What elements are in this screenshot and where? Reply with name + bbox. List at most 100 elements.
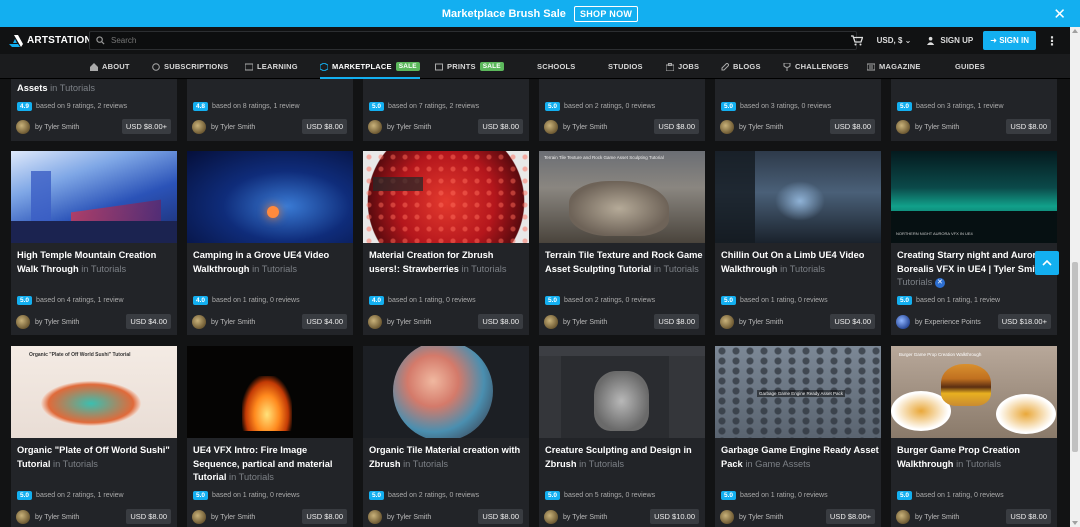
close-icon[interactable]: ✕	[1053, 5, 1066, 23]
product-card[interactable]: 5.0 based on 3 ratings, 0 reviews by Tyle…	[715, 79, 881, 141]
nav-blogs[interactable]: BLOGS	[721, 54, 761, 79]
product-title[interactable]: Organic Tile Material creation with Zbru…	[369, 444, 527, 471]
nav-studios[interactable]: STUDIOS	[608, 54, 643, 79]
product-card[interactable]: Creature Sculpting and Design in Zbrush …	[539, 346, 705, 527]
product-title[interactable]: Chillin Out On a Limb UE4 Video Walkthro…	[721, 249, 879, 276]
page-scrollbar[interactable]	[1070, 27, 1080, 527]
product-card[interactable]: 5.0 based on 2 ratings, 0 reviews by Tyle…	[539, 79, 705, 141]
nav-magazine[interactable]: MAGAZINE	[867, 54, 921, 79]
price-tag[interactable]: USD $8.00	[478, 509, 523, 524]
product-thumbnail[interactable]: Organic "Plate of Off World Sushi" Tutor…	[11, 346, 177, 438]
product-thumbnail[interactable]: Burger Game Prop Creation Walkthrough	[891, 346, 1057, 438]
author[interactable]: by Tyler Smith	[896, 510, 959, 524]
product-title[interactable]: Terrain Tile Texture and Rock Game Asset…	[545, 249, 703, 276]
nav-guides[interactable]: GUIDES	[955, 54, 985, 79]
more-menu-icon[interactable]: ⋮	[1046, 34, 1058, 48]
product-card[interactable]: Material Creation for Zbrush users!: Str…	[363, 151, 529, 335]
sign-up-link[interactable]: SIGN UP	[927, 36, 973, 45]
product-thumbnail[interactable]	[187, 151, 353, 243]
product-card[interactable]: 4.8 based on 8 ratings, 1 review by Tyler…	[187, 79, 353, 141]
product-thumbnail[interactable]	[363, 346, 529, 438]
author[interactable]: by Tyler Smith	[368, 120, 431, 134]
product-title[interactable]: UE4 VFX Intro: Fire Image Sequence, part…	[193, 444, 351, 485]
nav-marketplace[interactable]: MARKETPLACE SALE	[320, 54, 420, 79]
search-input[interactable]: Search	[89, 31, 857, 50]
product-title[interactable]: Creature Sculpting and Design in Zbrush …	[545, 444, 703, 471]
product-title[interactable]: Garbage Game Engine Ready Asset Pack in …	[721, 444, 879, 471]
author[interactable]: by Experience Points	[896, 315, 981, 329]
product-card[interactable]: 5.0 based on 7 ratings, 2 reviews by Tyle…	[363, 79, 529, 141]
scroll-to-top-button[interactable]	[1035, 251, 1059, 275]
author[interactable]: by Tyler Smith	[368, 315, 431, 329]
nav-subscriptions[interactable]: SUBSCRIPTIONS	[152, 54, 228, 79]
price-tag[interactable]: USD $8.00	[126, 509, 171, 524]
author[interactable]: by Tyler Smith	[16, 120, 79, 134]
product-card[interactable]: Camping in a Grove UE4 Video Walkthrough…	[187, 151, 353, 335]
price-tag[interactable]: USD $8.00+	[825, 509, 875, 524]
price-tag[interactable]: USD $8.00	[830, 119, 875, 134]
author[interactable]: by Tyler Smith	[544, 120, 607, 134]
author[interactable]: by Tyler Smith	[16, 315, 79, 329]
scrollbar-thumb[interactable]	[1072, 262, 1078, 452]
product-thumbnail[interactable]: Garbage Game Engine Ready Asset Pack	[715, 346, 881, 438]
product-card[interactable]: Organic "Plate of Off World Sushi" Tutor…	[11, 346, 177, 527]
price-tag[interactable]: USD $8.00	[478, 119, 523, 134]
scroll-down-arrow-icon[interactable]	[1072, 521, 1078, 525]
author[interactable]: by Tyler Smith	[192, 120, 255, 134]
artstation-logo[interactable]: ARTSTATION	[9, 34, 92, 47]
product-thumbnail[interactable]	[539, 346, 705, 438]
product-title[interactable]: Camping in a Grove UE4 Video Walkthrough…	[193, 249, 351, 276]
nav-about[interactable]: ABOUT	[90, 54, 130, 79]
nav-learning[interactable]: LEARNING	[245, 54, 298, 79]
product-title[interactable]: Organic "Plate of Off World Sushi" Tutor…	[17, 444, 175, 471]
author[interactable]: by Tyler Smith	[896, 120, 959, 134]
scroll-up-arrow-icon[interactable]	[1072, 29, 1078, 33]
nav-prints[interactable]: PRINTS SALE	[435, 54, 504, 79]
product-thumbnail[interactable]	[715, 151, 881, 243]
price-tag[interactable]: USD $8.00+	[121, 119, 171, 134]
author[interactable]: by Tyler Smith	[720, 315, 783, 329]
product-title[interactable]: Assets in Tutorials	[17, 82, 175, 96]
price-tag[interactable]: USD $8.00	[302, 509, 347, 524]
author[interactable]: by Tyler Smith	[720, 120, 783, 134]
product-title[interactable]: Material Creation for Zbrush users!: Str…	[369, 249, 527, 276]
nav-jobs[interactable]: JOBS	[666, 54, 699, 79]
product-thumbnail[interactable]: Terrain Tile Texture and Rock Game Asset…	[539, 151, 705, 243]
product-card[interactable]: NORTHERN NIGHT AURORA VFX IN UE4 Creatin…	[891, 151, 1057, 335]
author[interactable]: by Tyler Smith	[368, 510, 431, 524]
author[interactable]: by Tyler Smith	[16, 510, 79, 524]
price-tag[interactable]: USD $8.00	[654, 314, 699, 329]
price-tag[interactable]: USD $8.00	[654, 119, 699, 134]
product-thumbnail[interactable]	[187, 346, 353, 438]
product-thumbnail[interactable]	[11, 151, 177, 243]
nav-challenges[interactable]: CHALLENGES	[783, 54, 849, 79]
price-tag[interactable]: USD $8.00	[478, 314, 523, 329]
author[interactable]: by Tyler Smith	[720, 510, 783, 524]
price-tag[interactable]: USD $4.00	[126, 314, 171, 329]
product-card[interactable]: 5.0 based on 3 ratings, 1 review by Tyler…	[891, 79, 1057, 141]
product-card[interactable]: Terrain Tile Texture and Rock Game Asset…	[539, 151, 705, 335]
nav-schools[interactable]: SCHOOLS	[537, 54, 576, 79]
price-tag[interactable]: USD $8.00	[1006, 119, 1051, 134]
price-tag[interactable]: USD $8.00	[1006, 509, 1051, 524]
cart-icon[interactable]	[850, 35, 863, 46]
price-tag[interactable]: USD $8.00	[302, 119, 347, 134]
product-title[interactable]: Creating Starry night and Aurora Boreali…	[897, 249, 1055, 290]
product-card[interactable]: Garbage Game Engine Ready Asset Pack Gar…	[715, 346, 881, 527]
shop-now-button[interactable]: SHOP NOW	[573, 5, 639, 22]
product-title[interactable]: High Temple Mountain Creation Walk Throu…	[17, 249, 175, 276]
price-tag[interactable]: USD $18.00+	[997, 314, 1051, 329]
product-thumbnail[interactable]: NORTHERN NIGHT AURORA VFX IN UE4	[891, 151, 1057, 243]
author[interactable]: by Tyler Smith	[192, 315, 255, 329]
product-card[interactable]: UE4 VFX Intro: Fire Image Sequence, part…	[187, 346, 353, 527]
product-title[interactable]: Burger Game Prop Creation Walkthrough in…	[897, 444, 1055, 471]
currency-selector[interactable]: USD, $ ⌄	[877, 36, 912, 45]
product-card[interactable]: Burger Game Prop Creation Walkthrough Bu…	[891, 346, 1057, 527]
product-card[interactable]: Organic Tile Material creation with Zbru…	[363, 346, 529, 527]
product-card[interactable]: Chillin Out On a Limb UE4 Video Walkthro…	[715, 151, 881, 335]
price-tag[interactable]: USD $10.00	[650, 509, 699, 524]
sign-in-button[interactable]: ➜ SIGN IN	[983, 31, 1036, 50]
price-tag[interactable]: USD $4.00	[302, 314, 347, 329]
product-card[interactable]: High Temple Mountain Creation Walk Throu…	[11, 151, 177, 335]
author[interactable]: by Tyler Smith	[544, 315, 607, 329]
